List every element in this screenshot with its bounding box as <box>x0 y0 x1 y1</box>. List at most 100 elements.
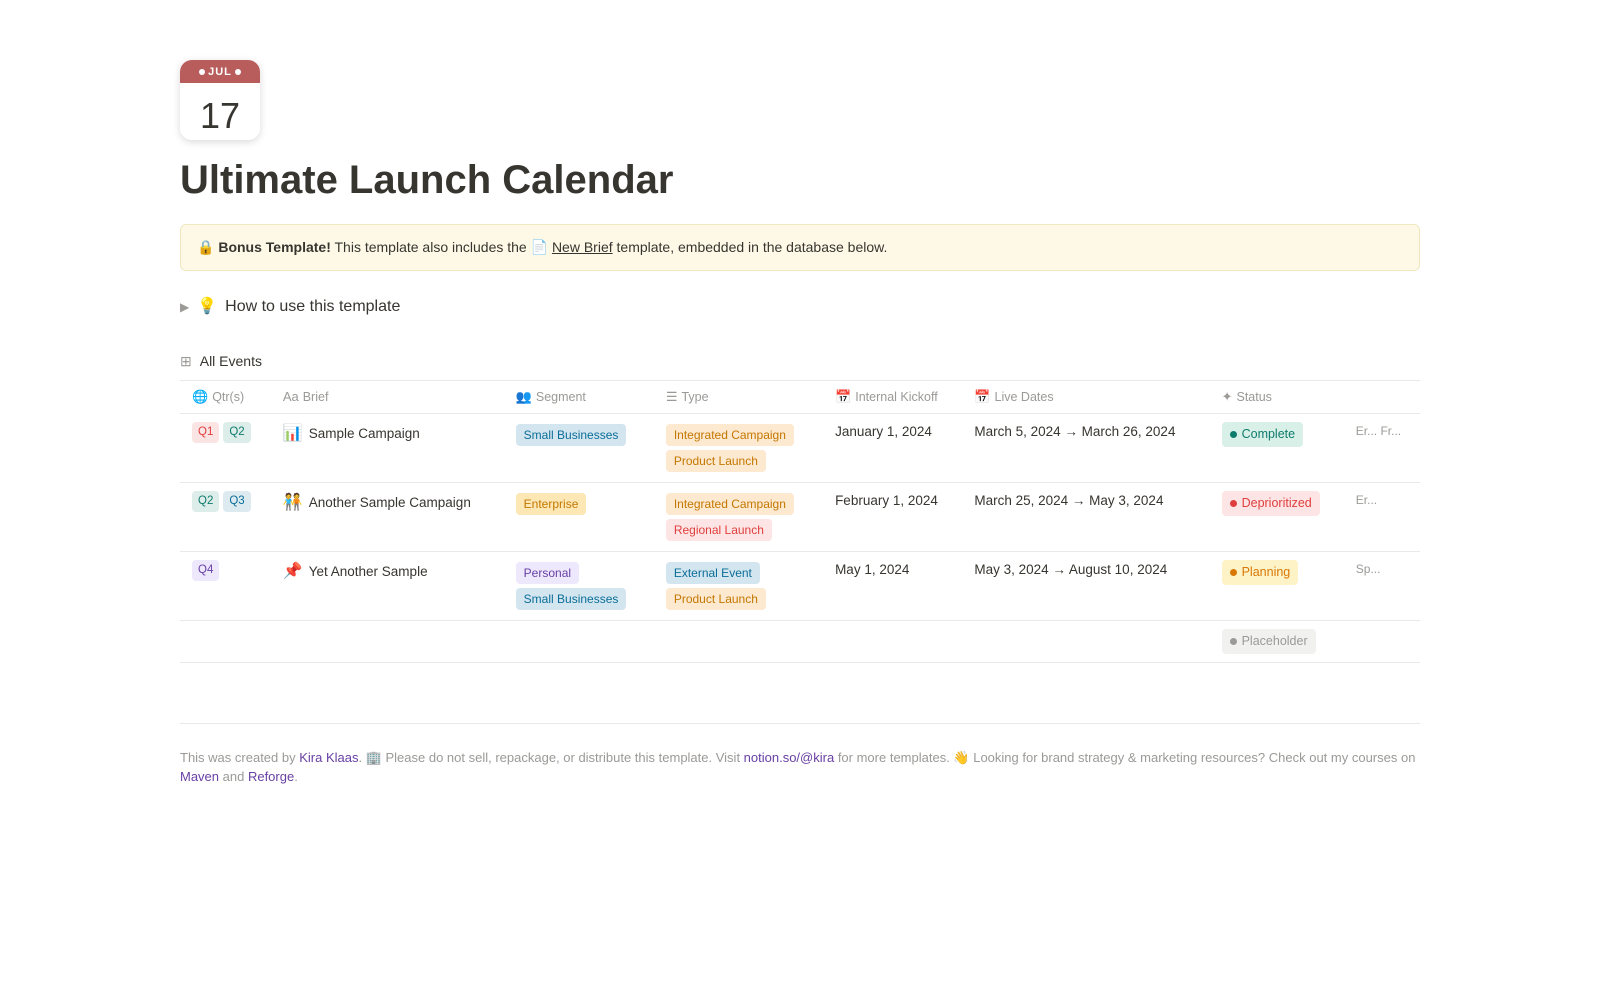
page-container: JUL 17 Ultimate Launch Calendar 🔒 Bonus … <box>100 0 1500 867</box>
segment-cell: Enterprise <box>504 482 654 551</box>
col-segment: 👥Segment <box>504 381 654 414</box>
kickoff-cell-empty <box>823 620 962 662</box>
toggle-icon: 💡 <box>197 295 217 319</box>
qtr-badge-q2: Q2 <box>192 491 219 512</box>
segment-cell: Personal Small Businesses <box>504 551 654 620</box>
table-row: Q4 📌 Yet Another Sample Personal Small B… <box>180 551 1420 620</box>
table-row-empty: Placeholder <box>180 620 1420 662</box>
site-link[interactable]: notion.so/@kira <box>744 750 835 765</box>
live-dates-cell: March 25, 2024 → May 3, 2024 <box>962 482 1209 551</box>
qtr-cell: Q2 Q3 <box>180 482 271 551</box>
table-header-row: 🌐Qtr(s) AaBrief 👥Segment ☰Type 📅Internal… <box>180 381 1420 414</box>
status-label: Deprioritized <box>1242 494 1312 513</box>
status-cell: Deprioritized <box>1210 482 1344 551</box>
bonus-text: This template also includes the 📄 New Br… <box>335 239 888 255</box>
brief-icon: 🧑‍🤝‍🧑 <box>283 491 303 515</box>
overflow-cell: Er... Fr... <box>1344 413 1420 482</box>
qtr-cell-empty <box>180 620 271 662</box>
table-row: Q2 Q3 🧑‍🤝‍🧑 Another Sample Campaign Ente… <box>180 482 1420 551</box>
brief-icon: 📌 <box>283 560 303 584</box>
overflow-cell: Sp... <box>1344 551 1420 620</box>
brief-name: Another Sample Campaign <box>309 493 471 513</box>
bonus-lock-icon: 🔒 <box>197 239 214 255</box>
overflow-cell: Er... <box>1344 482 1420 551</box>
status-badge-planning: Planning <box>1222 560 1299 585</box>
type-tag-integrated: Integrated Campaign <box>666 493 794 515</box>
qtr-badge-q1: Q1 <box>192 422 219 443</box>
reforge-link[interactable]: Reforge <box>248 769 294 784</box>
kickoff-cell: May 1, 2024 <box>823 551 962 620</box>
brief-name: Yet Another Sample <box>309 562 428 582</box>
calendar-month: JUL <box>180 60 260 83</box>
overflow-cell-empty <box>1344 620 1420 662</box>
author-link[interactable]: Kira Klaas <box>299 750 358 765</box>
type-cell: Integrated Campaign Product Launch <box>654 413 823 482</box>
maven-link[interactable]: Maven <box>180 769 219 784</box>
status-cell: Planning <box>1210 551 1344 620</box>
type-tag-external: External Event <box>666 562 760 584</box>
segment-tag-personal: Personal <box>516 562 579 584</box>
kickoff-cell: February 1, 2024 <box>823 482 962 551</box>
qtr-badge-q3: Q3 <box>223 491 250 512</box>
status-badge-placeholder: Placeholder <box>1222 629 1316 654</box>
brief-cell[interactable]: 📌 Yet Another Sample <box>271 551 504 620</box>
how-to-toggle[interactable]: ▶ 💡 How to use this template <box>180 295 1420 319</box>
bonus-bold-text: Bonus Template! <box>218 239 331 255</box>
type-tag-product: Product Launch <box>666 588 766 610</box>
table-section: ⊞ All Events 🌐Qtr(s) AaBrief 👥Segment ☰T… <box>180 351 1420 663</box>
table-header: ⊞ All Events <box>180 351 1420 372</box>
col-brief: AaBrief <box>271 381 504 414</box>
kickoff-cell: January 1, 2024 <box>823 413 962 482</box>
status-label: Complete <box>1242 425 1296 444</box>
segment-tag-small-biz: Small Businesses <box>516 588 627 610</box>
segment-tag: Enterprise <box>516 493 587 515</box>
brief-icon: 📊 <box>283 422 303 446</box>
status-cell-placeholder: Placeholder <box>1210 620 1344 662</box>
col-type: ☰Type <box>654 381 823 414</box>
status-dot <box>1230 431 1237 438</box>
table-row: Q1 Q2 📊 Sample Campaign Small Businesses <box>180 413 1420 482</box>
live-dates-cell: March 5, 2024 → March 26, 2024 <box>962 413 1209 482</box>
brief-cell-empty[interactable] <box>271 620 504 662</box>
calendar-day: 17 <box>180 83 260 141</box>
status-dot <box>1230 638 1237 645</box>
new-brief-link[interactable]: New Brief <box>552 239 613 255</box>
type-tag-product: Product Launch <box>666 450 766 472</box>
status-cell: Complete <box>1210 413 1344 482</box>
segment-cell: Small Businesses <box>504 413 654 482</box>
col-kickoff: 📅Internal Kickoff <box>823 381 962 414</box>
toggle-label: How to use this template <box>225 295 400 319</box>
page-title: Ultimate Launch Calendar <box>180 156 1420 204</box>
status-dot <box>1230 569 1237 576</box>
status-badge-complete: Complete <box>1222 422 1304 447</box>
footer-text: This was created by Kira Klaas. 🏢 Please… <box>180 748 1420 787</box>
footer: This was created by Kira Klaas. 🏢 Please… <box>180 723 1420 787</box>
type-tag-regional: Regional Launch <box>666 519 772 541</box>
col-qtr: 🌐Qtr(s) <box>180 381 271 414</box>
type-cell: External Event Product Launch <box>654 551 823 620</box>
type-cell: Integrated Campaign Regional Launch <box>654 482 823 551</box>
qtr-badge-q2: Q2 <box>223 422 250 443</box>
type-cell-empty <box>654 620 823 662</box>
brief-cell[interactable]: 🧑‍🤝‍🧑 Another Sample Campaign <box>271 482 504 551</box>
status-label: Planning <box>1242 563 1291 582</box>
calendar-icon: JUL 17 <box>180 60 260 140</box>
brief-cell[interactable]: 📊 Sample Campaign <box>271 413 504 482</box>
status-badge-deprioritized: Deprioritized <box>1222 491 1320 516</box>
bonus-banner: 🔒 Bonus Template! This template also inc… <box>180 224 1420 271</box>
col-overflow <box>1344 381 1420 414</box>
qtr-cell: Q4 <box>180 551 271 620</box>
toggle-arrow-icon: ▶ <box>180 298 189 316</box>
status-dot <box>1230 500 1237 507</box>
qtr-cell: Q1 Q2 <box>180 413 271 482</box>
table-icon: ⊞ <box>180 351 192 372</box>
qtr-badge-q4: Q4 <box>192 560 219 581</box>
live-dates-cell-empty <box>962 620 1209 662</box>
col-status: ✦Status <box>1210 381 1344 414</box>
brief-name: Sample Campaign <box>309 424 420 444</box>
status-label: Placeholder <box>1242 632 1308 651</box>
col-live-dates: 📅Live Dates <box>962 381 1209 414</box>
type-tag-integrated: Integrated Campaign <box>666 424 794 446</box>
live-dates-cell: May 3, 2024 → August 10, 2024 <box>962 551 1209 620</box>
segment-tag: Small Businesses <box>516 424 627 446</box>
